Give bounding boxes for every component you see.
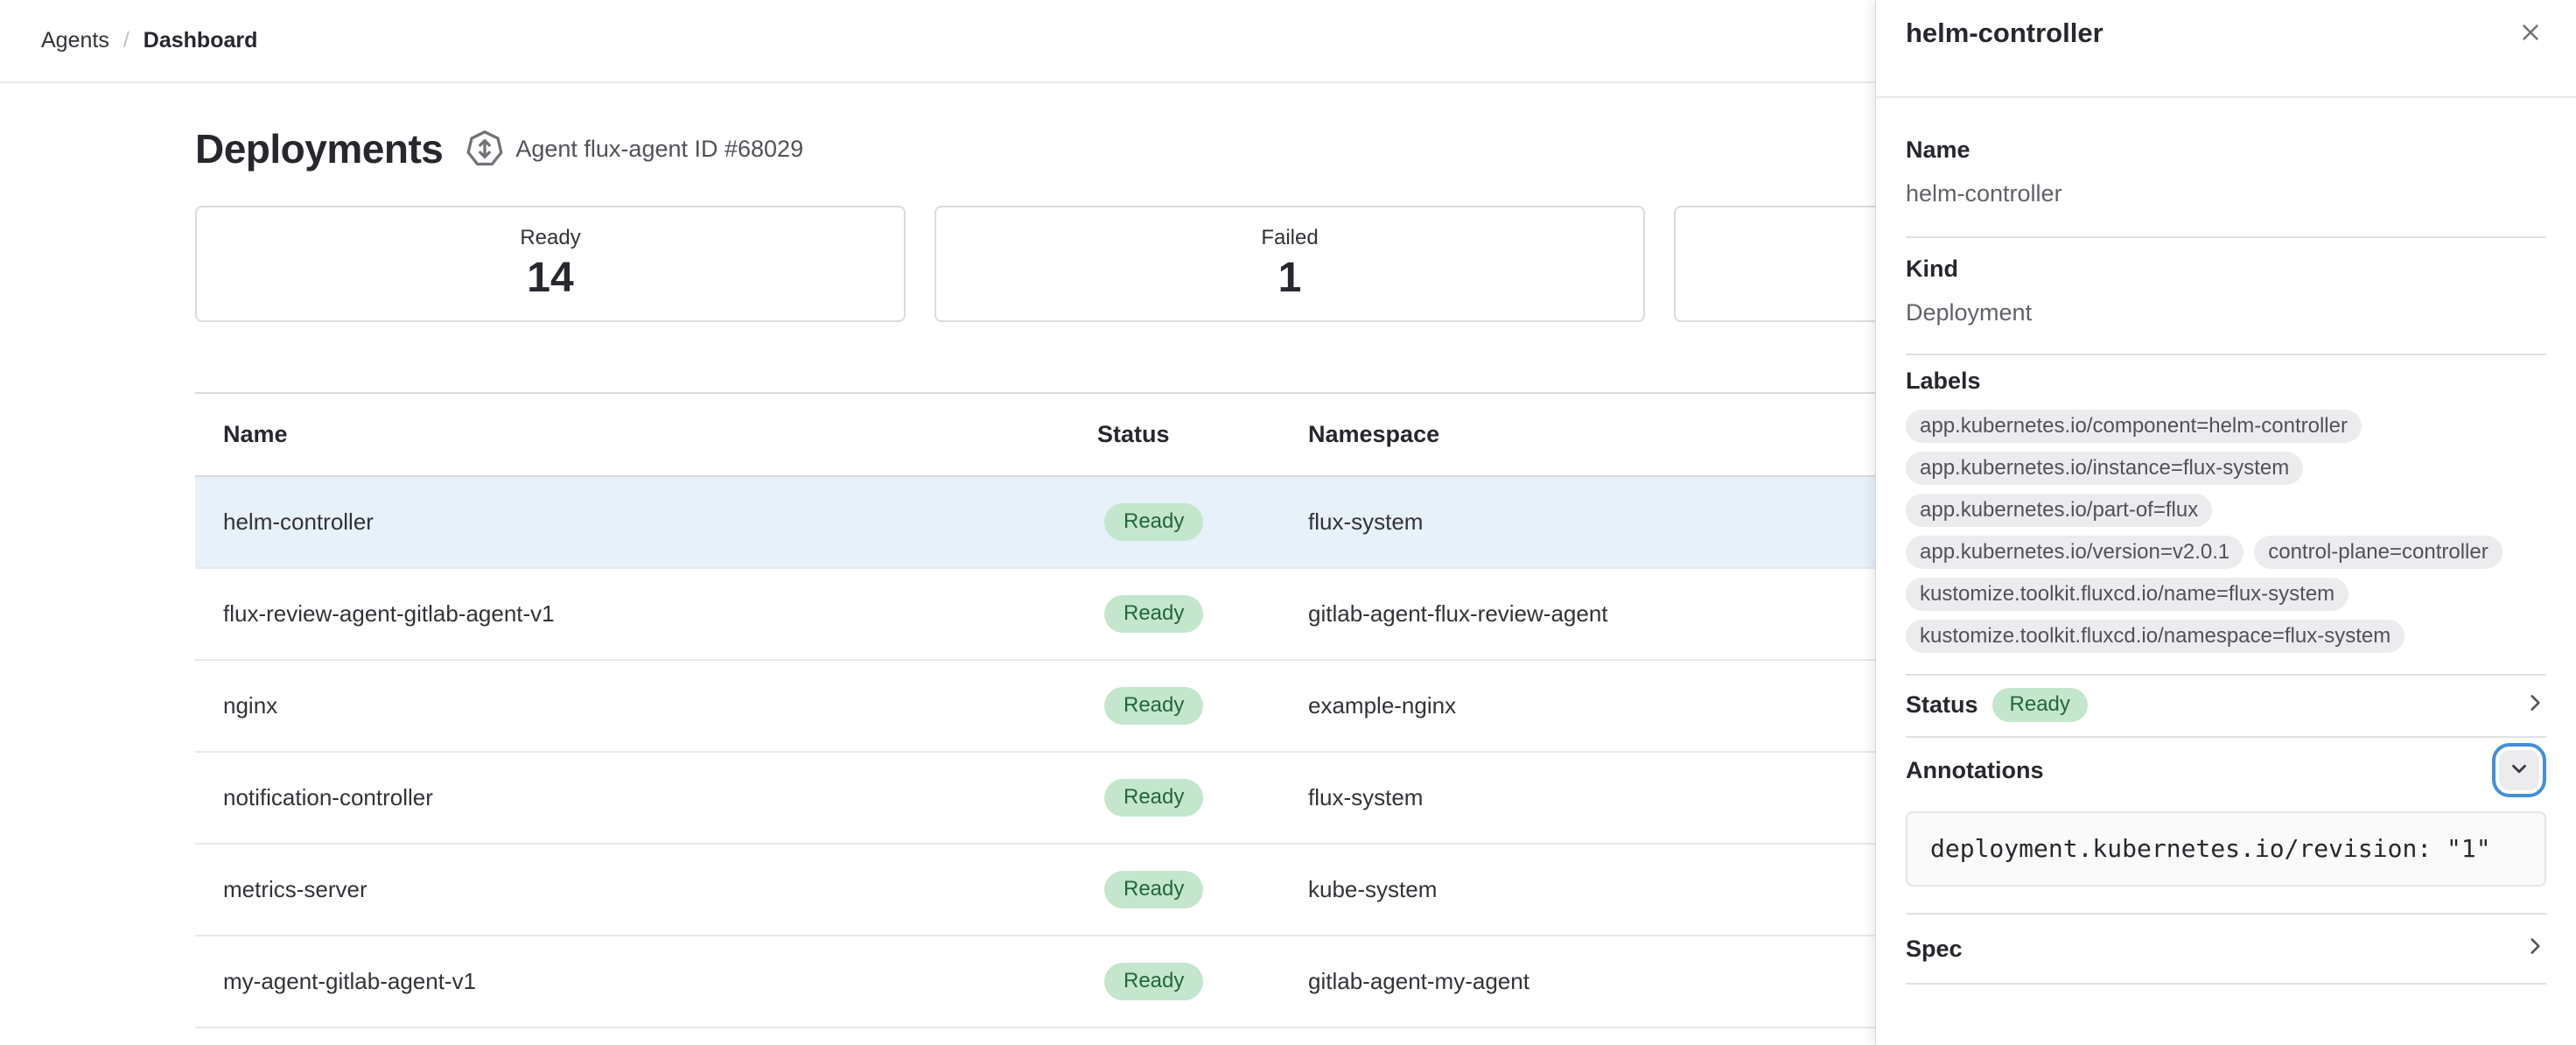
annotations-collapse-button[interactable] bbox=[2499, 750, 2539, 790]
section-spec[interactable]: Spec bbox=[1906, 915, 2546, 985]
agent-label: Agent flux-agent ID #68029 bbox=[515, 136, 803, 163]
agent-icon bbox=[466, 130, 504, 168]
section-kind: Kind Deployment bbox=[1906, 238, 2546, 355]
label-chip: app.kubernetes.io/part-of=flux bbox=[1906, 494, 2212, 527]
column-header-name: Name bbox=[195, 393, 1097, 476]
label-chip: kustomize.toolkit.fluxcd.io/namespace=fl… bbox=[1906, 620, 2404, 653]
close-icon bbox=[2517, 19, 2544, 48]
resource-detail-drawer: helm-controller Name helm-controller Kin… bbox=[1876, 0, 2576, 1045]
section-spec-label: Spec bbox=[1906, 934, 1963, 964]
section-status-label: Status bbox=[1906, 690, 1978, 719]
page-title: Deployments bbox=[195, 125, 443, 172]
section-name: Name helm-controller bbox=[1906, 98, 2546, 238]
chevron-right-icon bbox=[2524, 691, 2546, 719]
section-labels: Labels app.kubernetes.io/component=helm-… bbox=[1906, 355, 2546, 676]
cell-name: helm-controller bbox=[195, 476, 1097, 568]
chevron-right-icon bbox=[2524, 935, 2546, 962]
label-chip: kustomize.toolkit.fluxcd.io/name=flux-sy… bbox=[1906, 578, 2348, 611]
section-status[interactable]: Status Ready bbox=[1906, 676, 2546, 738]
chevron-down-icon bbox=[2508, 757, 2530, 782]
status-badge: Ready bbox=[1104, 871, 1203, 908]
annotations-code-block: deployment.kubernetes.io/revision: "1" bbox=[1906, 811, 2546, 887]
drawer-title: helm-controller bbox=[1906, 14, 2104, 53]
breadcrumb-dashboard: Dashboard bbox=[144, 28, 258, 53]
section-kind-label: Kind bbox=[1906, 254, 2546, 284]
cell-name: nginx bbox=[195, 660, 1097, 752]
status-badge: Ready bbox=[1992, 688, 2088, 722]
stat-card-ready: Ready 14 bbox=[195, 206, 906, 322]
section-annotations-label: Annotations bbox=[1906, 755, 2043, 785]
cell-name: notification-controller bbox=[195, 752, 1097, 844]
label-chip: app.kubernetes.io/component=helm-control… bbox=[1906, 410, 2362, 443]
status-badge: Ready bbox=[1104, 595, 1203, 633]
close-button[interactable] bbox=[2511, 14, 2550, 53]
status-badge: Ready bbox=[1104, 687, 1203, 725]
status-badge: Ready bbox=[1104, 779, 1203, 817]
section-labels-label: Labels bbox=[1906, 366, 2546, 396]
agent-info: Agent flux-agent ID #68029 bbox=[466, 130, 803, 168]
stat-value: 1 bbox=[1278, 254, 1302, 302]
stat-label: Ready bbox=[520, 226, 580, 251]
status-badge: Ready bbox=[1104, 963, 1203, 1000]
label-chips: app.kubernetes.io/component=helm-control… bbox=[1906, 410, 2546, 653]
label-chip: app.kubernetes.io/instance=flux-system bbox=[1906, 452, 2303, 485]
label-chip: control-plane=controller bbox=[2254, 536, 2502, 569]
section-kind-value: Deployment bbox=[1906, 298, 2546, 327]
stat-card-failed: Failed 1 bbox=[934, 206, 1645, 322]
cell-name: my-agent-gitlab-agent-v1 bbox=[195, 936, 1097, 1027]
drawer-header: helm-controller bbox=[1876, 0, 2576, 98]
breadcrumb-separator: / bbox=[123, 28, 130, 53]
stat-label: Failed bbox=[1261, 226, 1318, 251]
drawer-body: Name helm-controller Kind Deployment Lab… bbox=[1876, 98, 2576, 985]
cell-name: metrics-server bbox=[195, 844, 1097, 936]
cell-name: flux-review-agent-gitlab-agent-v1 bbox=[195, 568, 1097, 660]
breadcrumb-agents[interactable]: Agents bbox=[41, 28, 109, 53]
stat-value: 14 bbox=[527, 254, 573, 302]
status-badge: Ready bbox=[1104, 503, 1203, 541]
section-annotations: Annotations deployment.kubernetes.io/rev… bbox=[1906, 738, 2546, 915]
column-header-status: Status bbox=[1097, 393, 1308, 476]
section-name-label: Name bbox=[1906, 135, 2546, 165]
section-name-value: helm-controller bbox=[1906, 179, 2546, 208]
label-chip: app.kubernetes.io/version=v2.0.1 bbox=[1906, 536, 2244, 569]
